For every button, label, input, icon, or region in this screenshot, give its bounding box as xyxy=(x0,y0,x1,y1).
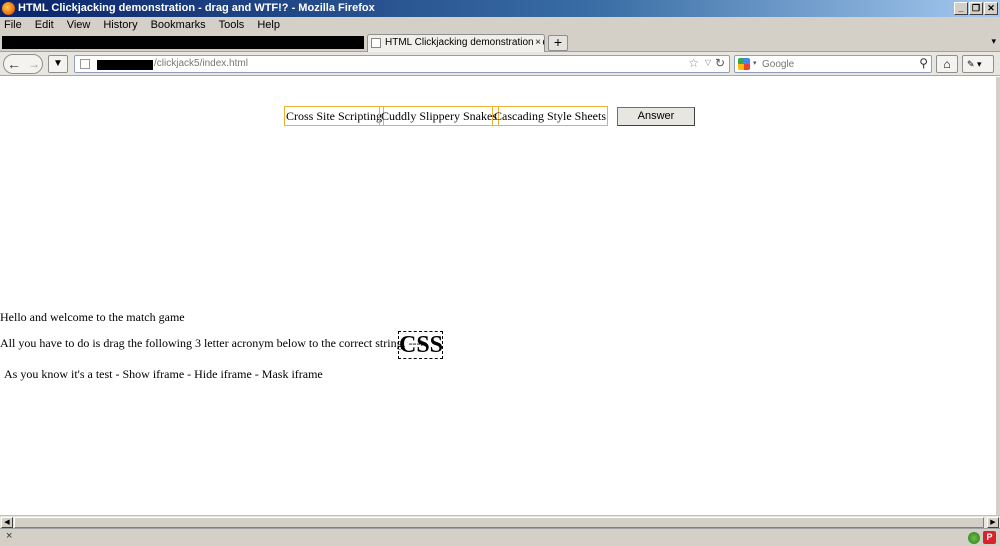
reload-icon[interactable]: ↻ xyxy=(715,56,725,70)
addon-bar-close-icon[interactable]: × xyxy=(6,530,12,542)
tab-list-dropdown-icon[interactable]: ▾ xyxy=(991,36,996,47)
choice-cuddly-slippery-snakes[interactable]: Cuddly Slippery Snakes xyxy=(379,106,499,126)
minimize-button[interactable]: _ xyxy=(954,2,968,15)
window-controls: _ ❐ ✕ xyxy=(953,2,998,15)
addon-icon[interactable]: ✎ ▾ xyxy=(962,55,994,73)
menu-history[interactable]: History xyxy=(103,19,137,31)
window-title-bar: HTML Clickjacking demonstration - drag a… xyxy=(0,0,1000,17)
answer-button[interactable]: Answer xyxy=(617,107,695,126)
close-window-button[interactable]: ✕ xyxy=(984,2,998,15)
window-title: HTML Clickjacking demonstration - drag a… xyxy=(18,2,375,14)
back-forward-group: ← → xyxy=(3,54,43,74)
new-tab-button[interactable]: + xyxy=(548,35,568,51)
firefox-logo-icon xyxy=(2,2,15,15)
url-text[interactable]: /clickjack5/index.html xyxy=(154,58,248,69)
url-bar[interactable]: /clickjack5/index.html ☆ ▽ ↻ xyxy=(74,55,730,73)
url-history-dropdown-icon[interactable]: ▽ xyxy=(705,58,711,67)
redacted-tabs xyxy=(2,36,364,49)
maximize-button[interactable]: ❐ xyxy=(969,2,983,15)
scroll-thumb[interactable] xyxy=(14,517,984,528)
forward-icon[interactable]: → xyxy=(28,57,40,71)
menu-help[interactable]: Help xyxy=(257,19,280,31)
test-links-line[interactable]: As you know it's a test - Show iframe - … xyxy=(4,367,323,382)
choice-cascading-style-sheets[interactable]: Cascading Style Sheets xyxy=(492,106,608,126)
site-identity-icon[interactable] xyxy=(80,59,90,69)
status-bar: × P xyxy=(0,528,1000,546)
tab-close-icon[interactable]: × xyxy=(535,35,541,51)
menu-file[interactable]: File xyxy=(4,19,22,31)
menu-tools[interactable]: Tools xyxy=(219,19,245,31)
back-icon[interactable]: ← xyxy=(7,56,21,72)
horizontal-scrollbar[interactable]: ◀ ▶ xyxy=(0,515,1000,528)
download-icon[interactable]: ▼ xyxy=(48,55,68,73)
search-input[interactable]: Google xyxy=(762,59,794,70)
tab-label: HTML Clickjacking demonstration - drag a… xyxy=(385,37,544,48)
redacted-host xyxy=(97,60,153,70)
choice-cross-site-scripting[interactable]: Cross Site Scripting xyxy=(284,106,385,126)
search-go-icon[interactable]: ⚲ xyxy=(919,56,928,70)
navigation-bar: ← → ▼ /clickjack5/index.html ☆ ▽ ↻ ▾ Goo… xyxy=(0,52,1000,76)
scroll-right-icon[interactable]: ▶ xyxy=(987,517,999,528)
bookmark-star-icon[interactable]: ☆ xyxy=(688,56,699,70)
search-engine-dropdown-icon[interactable]: ▾ xyxy=(753,59,757,67)
page-content: Cross Site Scripting Cuddly Slippery Sna… xyxy=(0,77,996,515)
home-icon[interactable]: ⌂ xyxy=(936,55,958,73)
google-icon[interactable] xyxy=(738,58,750,70)
tab-active[interactable]: HTML Clickjacking demonstration - drag a… xyxy=(367,34,545,52)
welcome-text: Hello and welcome to the match game xyxy=(0,310,185,324)
menu-bookmarks[interactable]: Bookmarks xyxy=(151,19,206,31)
search-bar[interactable]: ▾ Google ⚲ xyxy=(734,55,932,73)
menu-view[interactable]: View xyxy=(67,19,91,31)
css-drag-token[interactable]: CSS xyxy=(398,331,443,359)
instruction-text: All you have to do is drag the following… xyxy=(0,336,428,350)
vertical-scroll-edge xyxy=(996,77,1000,515)
page-icon xyxy=(371,38,381,48)
status-addon-icon[interactable]: P xyxy=(983,531,996,544)
tab-strip: HTML Clickjacking demonstration - drag a… xyxy=(0,32,1000,52)
status-globe-icon[interactable] xyxy=(968,532,980,544)
menu-bar: File Edit View History Bookmarks Tools H… xyxy=(0,17,1000,32)
menu-edit[interactable]: Edit xyxy=(35,19,54,31)
scroll-left-icon[interactable]: ◀ xyxy=(1,517,13,528)
